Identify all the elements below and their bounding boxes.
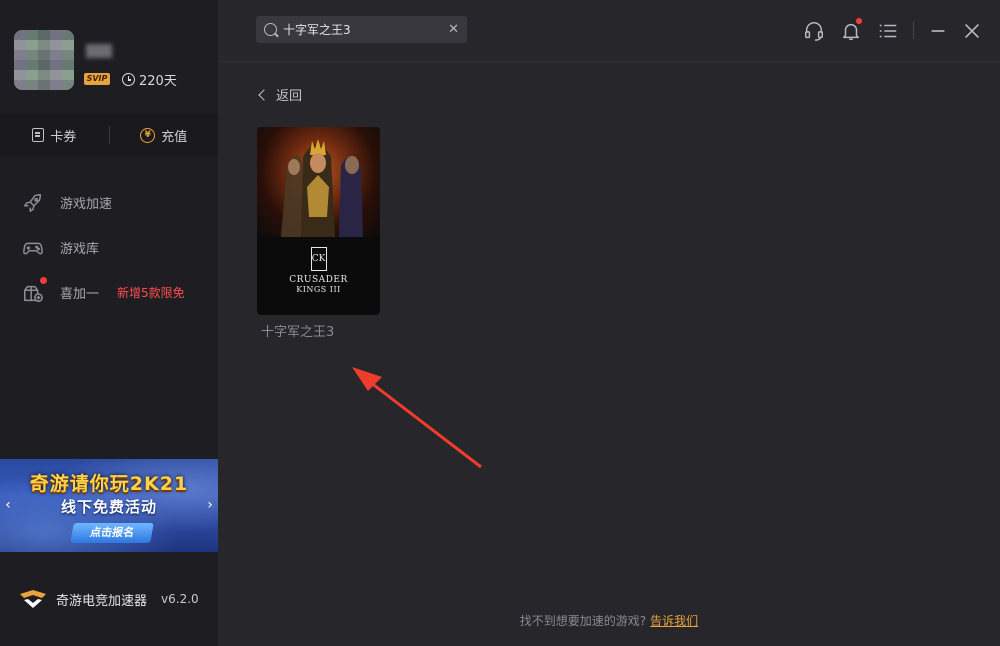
avatar[interactable] — [14, 30, 74, 90]
annotation-arrow-icon — [352, 367, 482, 469]
menu-list-icon[interactable] — [877, 20, 899, 42]
cover-title-line2: KINGS III — [296, 285, 341, 294]
crest-icon: CK — [310, 247, 327, 271]
chevron-left-icon — [258, 88, 270, 101]
footer-hint-text: 找不到想要加速的游戏? — [519, 614, 647, 628]
promo-banner[interactable]: ‹ › 奇游请你玩2K21 线下免费活动 点击报名 — [0, 459, 218, 552]
game-cover-art — [257, 127, 380, 237]
brand-logo-icon — [20, 590, 46, 608]
gift-plus-icon — [22, 282, 44, 304]
banner-signup-button[interactable]: 点击报名 — [70, 523, 154, 543]
coupon-icon — [32, 128, 45, 142]
bell-icon[interactable] — [840, 18, 862, 42]
coupon-button[interactable]: 卡券 — [0, 126, 109, 145]
back-button[interactable]: 返回 — [256, 85, 302, 104]
recharge-label: 充值 — [161, 129, 188, 145]
clock-icon — [122, 73, 135, 86]
vip-days: 220天 — [122, 70, 177, 89]
notification-dot — [40, 277, 47, 284]
sidebar-item-free-games[interactable]: 喜加一 新增5款限免 — [0, 270, 218, 315]
username-blurred — [86, 44, 112, 58]
coupon-label: 卡券 — [50, 129, 77, 145]
sidebar-item-game-library[interactable]: 游戏库 — [0, 225, 218, 270]
sidebar-item-label: 喜加一 — [60, 287, 100, 302]
banner-subtitle: 线下免费活动 — [60, 498, 157, 516]
rocket-icon — [22, 192, 44, 214]
divider — [913, 21, 914, 39]
sidebar-nav: 游戏加速 游戏库 喜加一 新增5款限免 — [0, 180, 218, 315]
game-card[interactable]: CK CRUSADER KINGS III — [257, 127, 380, 315]
search-box: ✕ — [256, 16, 467, 43]
brand: 奇游电竞加速器 v6.2.0 — [18, 588, 199, 610]
svip-badge: SVIP — [84, 73, 110, 85]
cover-title-line1: CRUSADER — [289, 275, 348, 285]
vip-days-label: 220天 — [139, 74, 177, 89]
sidebar-item-label: 游戏加速 — [60, 197, 113, 212]
coin-icon: ¥ — [140, 127, 156, 143]
user-profile: SVIP 220天 — [0, 0, 218, 112]
notification-dot — [856, 18, 862, 24]
sidebar-item-game-boost[interactable]: 游戏加速 — [0, 180, 218, 225]
quick-actions: 卡券 ¥ 充值 — [0, 114, 218, 156]
banner-title: 奇游请你玩2K21 — [29, 473, 189, 495]
clear-icon[interactable]: ✕ — [448, 22, 459, 37]
close-icon[interactable] — [961, 20, 983, 42]
free-games-promo: 新增5款限免 — [117, 286, 185, 300]
sidebar-item-label: 游戏库 — [60, 242, 100, 257]
search-icon[interactable] — [264, 23, 277, 36]
game-title[interactable]: 十字军之王3 — [261, 321, 334, 340]
app-window: SVIP 220天 卡券 ¥ 充值 游戏加速 游戏库 喜加一 新增5款限免 ‹ … — [0, 0, 1000, 646]
footer-hint: 找不到想要加速的游戏? 告诉我们 — [218, 612, 1000, 629]
main-panel: ✕ — [218, 0, 1000, 646]
recharge-button[interactable]: ¥ 充值 — [110, 126, 219, 145]
search-input[interactable] — [283, 22, 449, 37]
app-version: v6.2.0 — [161, 592, 199, 606]
minimize-icon[interactable] — [927, 20, 949, 42]
gamepad-icon — [22, 237, 44, 259]
back-label: 返回 — [276, 89, 303, 104]
top-bar: ✕ — [218, 0, 1000, 62]
feedback-link[interactable]: 告诉我们 — [650, 614, 698, 628]
headset-icon[interactable] — [803, 20, 825, 42]
brand-name: 奇游电竞加速器 — [56, 593, 148, 609]
game-cover-logo: CK CRUSADER KINGS III — [257, 247, 380, 294]
sidebar: SVIP 220天 卡券 ¥ 充值 游戏加速 游戏库 喜加一 新增5款限免 ‹ … — [0, 0, 218, 646]
